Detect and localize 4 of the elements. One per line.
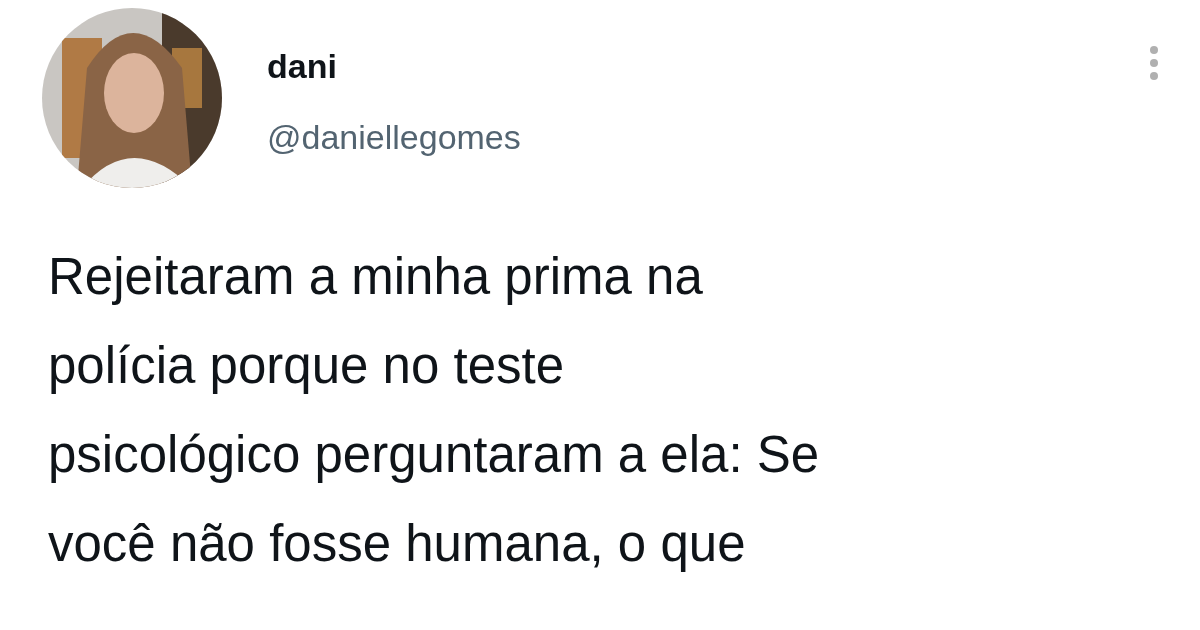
more-options-icon[interactable] — [1148, 45, 1160, 81]
display-name: dani — [267, 48, 338, 86]
tweet-text: Rejeitaram a minha prima na polícia porque no teste psicológico perguntaram a ela: Se você não fosse humana, o que — [48, 247, 821, 574]
username: @daniellegomes — [267, 119, 521, 157]
